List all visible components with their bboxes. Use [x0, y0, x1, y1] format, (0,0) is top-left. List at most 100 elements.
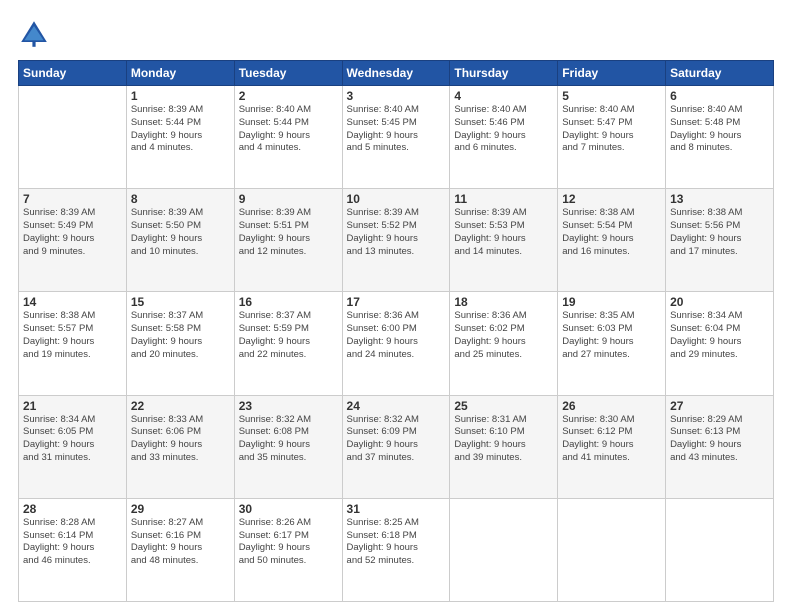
calendar-cell: 28Sunrise: 8:28 AMSunset: 6:14 PMDayligh… [19, 498, 127, 601]
day-number: 11 [454, 192, 553, 206]
calendar-cell: 31Sunrise: 8:25 AMSunset: 6:18 PMDayligh… [342, 498, 450, 601]
day-number: 9 [239, 192, 338, 206]
day-number: 12 [562, 192, 661, 206]
calendar-cell: 25Sunrise: 8:31 AMSunset: 6:10 PMDayligh… [450, 395, 558, 498]
day-number: 15 [131, 295, 230, 309]
day-info: Sunrise: 8:36 AMSunset: 6:02 PMDaylight:… [454, 310, 553, 361]
header [18, 18, 774, 50]
day-number: 27 [670, 399, 769, 413]
day-info: Sunrise: 8:29 AMSunset: 6:13 PMDaylight:… [670, 414, 769, 465]
calendar-cell: 17Sunrise: 8:36 AMSunset: 6:00 PMDayligh… [342, 292, 450, 395]
day-info: Sunrise: 8:34 AMSunset: 6:05 PMDaylight:… [23, 414, 122, 465]
day-number: 7 [23, 192, 122, 206]
day-number: 1 [131, 89, 230, 103]
calendar-cell: 24Sunrise: 8:32 AMSunset: 6:09 PMDayligh… [342, 395, 450, 498]
logo [18, 18, 54, 50]
day-info: Sunrise: 8:38 AMSunset: 5:56 PMDaylight:… [670, 207, 769, 258]
day-number: 22 [131, 399, 230, 413]
day-info: Sunrise: 8:39 AMSunset: 5:53 PMDaylight:… [454, 207, 553, 258]
day-info: Sunrise: 8:40 AMSunset: 5:45 PMDaylight:… [347, 104, 446, 155]
day-info: Sunrise: 8:34 AMSunset: 6:04 PMDaylight:… [670, 310, 769, 361]
day-number: 3 [347, 89, 446, 103]
day-number: 31 [347, 502, 446, 516]
calendar-cell: 10Sunrise: 8:39 AMSunset: 5:52 PMDayligh… [342, 189, 450, 292]
calendar-cell: 1Sunrise: 8:39 AMSunset: 5:44 PMDaylight… [126, 86, 234, 189]
calendar-cell: 2Sunrise: 8:40 AMSunset: 5:44 PMDaylight… [234, 86, 342, 189]
weekday-header-wednesday: Wednesday [342, 61, 450, 86]
day-number: 13 [670, 192, 769, 206]
day-number: 6 [670, 89, 769, 103]
weekday-header-saturday: Saturday [666, 61, 774, 86]
calendar-week-row: 1Sunrise: 8:39 AMSunset: 5:44 PMDaylight… [19, 86, 774, 189]
logo-icon [18, 18, 50, 50]
day-number: 4 [454, 89, 553, 103]
day-info: Sunrise: 8:40 AMSunset: 5:46 PMDaylight:… [454, 104, 553, 155]
day-number: 17 [347, 295, 446, 309]
day-info: Sunrise: 8:32 AMSunset: 6:09 PMDaylight:… [347, 414, 446, 465]
calendar-cell: 8Sunrise: 8:39 AMSunset: 5:50 PMDaylight… [126, 189, 234, 292]
weekday-header-sunday: Sunday [19, 61, 127, 86]
day-info: Sunrise: 8:38 AMSunset: 5:57 PMDaylight:… [23, 310, 122, 361]
weekday-header-thursday: Thursday [450, 61, 558, 86]
day-info: Sunrise: 8:39 AMSunset: 5:44 PMDaylight:… [131, 104, 230, 155]
calendar-cell: 9Sunrise: 8:39 AMSunset: 5:51 PMDaylight… [234, 189, 342, 292]
calendar-week-row: 21Sunrise: 8:34 AMSunset: 6:05 PMDayligh… [19, 395, 774, 498]
calendar-cell: 23Sunrise: 8:32 AMSunset: 6:08 PMDayligh… [234, 395, 342, 498]
calendar-cell: 19Sunrise: 8:35 AMSunset: 6:03 PMDayligh… [558, 292, 666, 395]
day-info: Sunrise: 8:40 AMSunset: 5:44 PMDaylight:… [239, 104, 338, 155]
calendar-cell: 18Sunrise: 8:36 AMSunset: 6:02 PMDayligh… [450, 292, 558, 395]
day-number: 20 [670, 295, 769, 309]
day-info: Sunrise: 8:39 AMSunset: 5:51 PMDaylight:… [239, 207, 338, 258]
day-info: Sunrise: 8:40 AMSunset: 5:48 PMDaylight:… [670, 104, 769, 155]
day-number: 18 [454, 295, 553, 309]
day-number: 28 [23, 502, 122, 516]
day-number: 2 [239, 89, 338, 103]
day-number: 23 [239, 399, 338, 413]
calendar-week-row: 7Sunrise: 8:39 AMSunset: 5:49 PMDaylight… [19, 189, 774, 292]
day-info: Sunrise: 8:25 AMSunset: 6:18 PMDaylight:… [347, 517, 446, 568]
day-number: 25 [454, 399, 553, 413]
day-number: 10 [347, 192, 446, 206]
weekday-header-monday: Monday [126, 61, 234, 86]
calendar-cell: 29Sunrise: 8:27 AMSunset: 6:16 PMDayligh… [126, 498, 234, 601]
calendar-cell: 16Sunrise: 8:37 AMSunset: 5:59 PMDayligh… [234, 292, 342, 395]
calendar-cell: 14Sunrise: 8:38 AMSunset: 5:57 PMDayligh… [19, 292, 127, 395]
calendar-cell: 13Sunrise: 8:38 AMSunset: 5:56 PMDayligh… [666, 189, 774, 292]
calendar-cell: 30Sunrise: 8:26 AMSunset: 6:17 PMDayligh… [234, 498, 342, 601]
calendar-cell: 26Sunrise: 8:30 AMSunset: 6:12 PMDayligh… [558, 395, 666, 498]
day-number: 8 [131, 192, 230, 206]
calendar-cell: 6Sunrise: 8:40 AMSunset: 5:48 PMDaylight… [666, 86, 774, 189]
calendar-cell: 12Sunrise: 8:38 AMSunset: 5:54 PMDayligh… [558, 189, 666, 292]
calendar-week-row: 28Sunrise: 8:28 AMSunset: 6:14 PMDayligh… [19, 498, 774, 601]
day-info: Sunrise: 8:39 AMSunset: 5:52 PMDaylight:… [347, 207, 446, 258]
calendar-cell: 27Sunrise: 8:29 AMSunset: 6:13 PMDayligh… [666, 395, 774, 498]
day-number: 24 [347, 399, 446, 413]
day-info: Sunrise: 8:36 AMSunset: 6:00 PMDaylight:… [347, 310, 446, 361]
calendar-cell: 3Sunrise: 8:40 AMSunset: 5:45 PMDaylight… [342, 86, 450, 189]
day-info: Sunrise: 8:27 AMSunset: 6:16 PMDaylight:… [131, 517, 230, 568]
day-info: Sunrise: 8:33 AMSunset: 6:06 PMDaylight:… [131, 414, 230, 465]
day-number: 19 [562, 295, 661, 309]
weekday-header-row: SundayMondayTuesdayWednesdayThursdayFrid… [19, 61, 774, 86]
day-number: 30 [239, 502, 338, 516]
day-info: Sunrise: 8:39 AMSunset: 5:50 PMDaylight:… [131, 207, 230, 258]
page: SundayMondayTuesdayWednesdayThursdayFrid… [0, 0, 792, 612]
day-info: Sunrise: 8:37 AMSunset: 5:59 PMDaylight:… [239, 310, 338, 361]
calendar-cell [19, 86, 127, 189]
calendar-cell: 4Sunrise: 8:40 AMSunset: 5:46 PMDaylight… [450, 86, 558, 189]
day-info: Sunrise: 8:26 AMSunset: 6:17 PMDaylight:… [239, 517, 338, 568]
day-number: 14 [23, 295, 122, 309]
day-number: 16 [239, 295, 338, 309]
calendar-week-row: 14Sunrise: 8:38 AMSunset: 5:57 PMDayligh… [19, 292, 774, 395]
day-info: Sunrise: 8:38 AMSunset: 5:54 PMDaylight:… [562, 207, 661, 258]
day-info: Sunrise: 8:39 AMSunset: 5:49 PMDaylight:… [23, 207, 122, 258]
day-info: Sunrise: 8:31 AMSunset: 6:10 PMDaylight:… [454, 414, 553, 465]
calendar-cell: 15Sunrise: 8:37 AMSunset: 5:58 PMDayligh… [126, 292, 234, 395]
day-info: Sunrise: 8:32 AMSunset: 6:08 PMDaylight:… [239, 414, 338, 465]
weekday-header-friday: Friday [558, 61, 666, 86]
calendar-cell: 20Sunrise: 8:34 AMSunset: 6:04 PMDayligh… [666, 292, 774, 395]
calendar-cell: 21Sunrise: 8:34 AMSunset: 6:05 PMDayligh… [19, 395, 127, 498]
calendar-cell: 11Sunrise: 8:39 AMSunset: 5:53 PMDayligh… [450, 189, 558, 292]
day-number: 26 [562, 399, 661, 413]
calendar-cell [558, 498, 666, 601]
